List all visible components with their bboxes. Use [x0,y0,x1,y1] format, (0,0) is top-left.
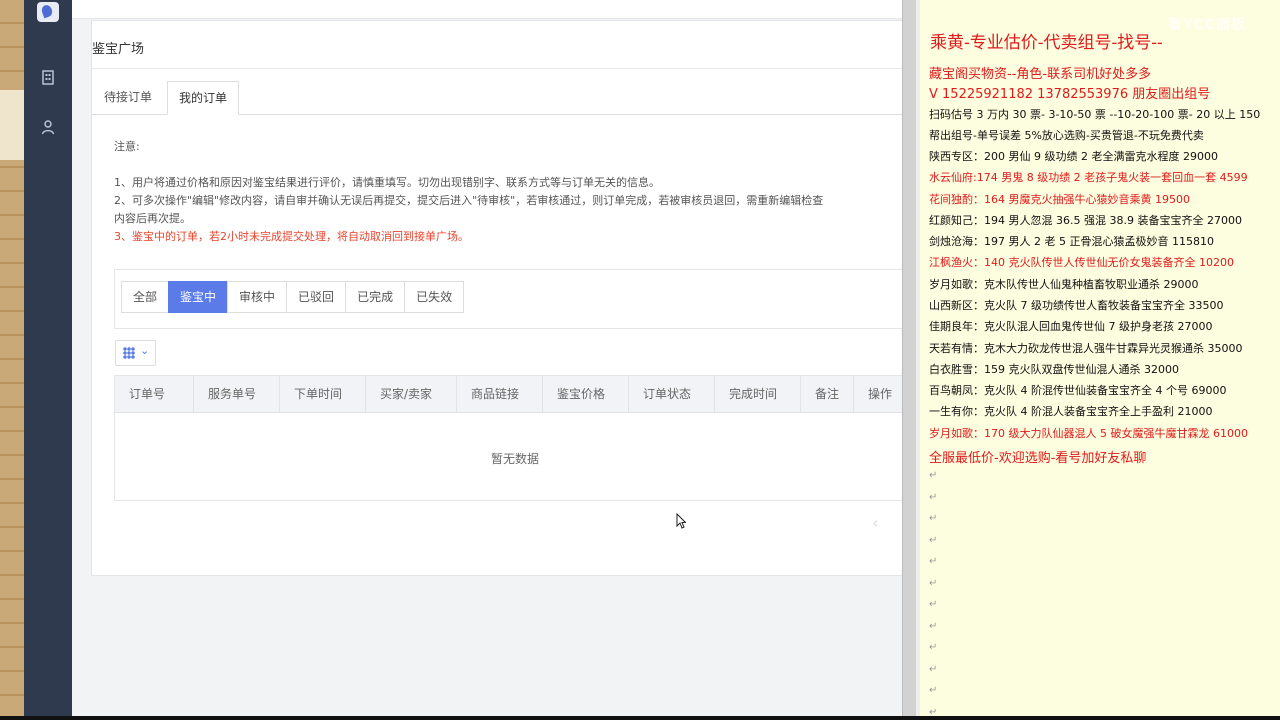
doc-line: 山西新区：克火队 7 级功绩传世人畜牧装备宝宝齐全 33500 [929,299,1224,312]
col-order-no[interactable]: 订单号 [115,376,194,412]
column-toggle-button[interactable]: ⌄ [115,340,156,366]
filter-appraising-button[interactable]: 鉴宝中 [168,281,229,313]
doc-line: 岁月如歌：170 级大力队仙器混人 5 破女魔强牛魔甘霖龙 61000 [929,427,1248,440]
doc-line: 藏宝阁买物资--角色-联系司机好处多多 [929,67,1152,82]
col-appraisal-price[interactable]: 鉴宝价格 [543,376,629,412]
col-actions[interactable]: 操作 [854,376,902,412]
tab-pending-orders[interactable]: 待接订单 [93,81,163,113]
notice-line-1: 1、用户将通过价格和原因对鉴宝结果进行评价，请慎重填写。切勿出现错别字、联系方式… [114,176,660,189]
col-remark[interactable]: 备注 [801,376,854,412]
building-icon[interactable] [40,69,56,85]
col-order-time[interactable]: 下单时间 [280,376,366,412]
desktop-background [0,0,26,720]
doc-line: 天若有情：克木大力砍龙传世混人强牛甘霖异光灵猴通杀 35000 [929,342,1243,355]
paragraph-mark: ↵ [929,663,938,675]
filter-completed-button[interactable]: 已完成 [345,281,406,313]
paragraph-mark: ↵ [929,599,938,610]
top-bar [72,0,902,19]
col-service-no[interactable]: 服务单号 [194,376,280,412]
notice-line-2-cont: 内容后再次提。 [114,212,191,225]
table-header: 订单号 服务单号 下单时间 买家/卖家 商品链接 鉴宝价格 订单状态 完成时间 … [115,376,902,413]
status-filter-group: 全部 鉴宝中 审核中 已驳回 已完成 已失效 [121,281,465,313]
col-finish-time[interactable]: 完成时间 [715,376,801,412]
doc-line: 红颜知己：194 男人忽混 36.5 强混 38.9 装备宝宝齐全 27000 [929,214,1242,227]
filter-reviewing-button[interactable]: 审核中 [227,281,288,313]
col-order-status[interactable]: 订单状态 [629,376,715,412]
tab-bar: 待接订单 我的订单 [92,79,902,115]
doc-line: 帮出组号-单号误差 5%放心选购-买贵管退-不玩免费代卖 [929,129,1204,142]
filter-expired-button[interactable]: 已失效 [404,281,465,313]
app-logo[interactable] [37,2,59,22]
doc-line: 江枫渔火：140 克火队传世人传世仙无价女鬼装备齐全 10200 [929,256,1234,269]
paragraph-mark: ↵ [929,642,938,653]
paragraph-mark: ↵ [929,534,938,546]
paragraph-mark: ↵ [929,577,938,589]
doc-line: 陕西专区：200 男仙 9 级功绩 2 老全满雷克水程度 29000 [929,150,1218,163]
paragraph-mark: ↵ [929,556,938,567]
sidebar [24,0,72,716]
pager-prev-icon[interactable]: ‹ [872,513,878,532]
orders-table: 订单号 服务单号 下单时间 买家/卖家 商品链接 鉴宝价格 订单状态 完成时间 … [114,375,902,501]
title-divider [92,68,902,69]
doc-heading: 乘黄-专业估价-代卖组号-找号-- [930,33,1163,53]
paragraph-mark: ↵ [929,620,938,632]
empty-state-text: 暂无数据 [490,452,539,466]
main-content: 鉴宝广场 待接订单 我的订单 注意: 1、用户将通过价格和原因对鉴宝结果进行评价… [72,0,902,716]
tab-my-orders[interactable]: 我的订单 [167,81,240,115]
notice-heading: 注意: [114,140,140,153]
col-buyer-seller[interactable]: 买家/卖家 [366,376,457,412]
doc-line: 佳期良年：克火队混人回血鬼传世仙 7 级护身老孩 27000 [929,320,1213,333]
doc-line: 扫码估号 3 万内 30 票- 3-10-50 票 --10-20-100 票-… [929,108,1261,121]
chevron-down-icon: ⌄ [140,344,150,357]
doc-line: 百鸟朝凤：克火队 4 阶混传世仙装备宝宝齐全 4 个号 69000 [929,384,1227,397]
desktop-window-edge [0,90,26,160]
paragraph-mark: ↵ [929,491,938,503]
grid-icon [123,347,135,359]
orders-card: 鉴宝广场 待接订单 我的订单 注意: 1、用户将通过价格和原因对鉴宝结果进行评价… [91,20,902,576]
filter-rejected-button[interactable]: 已驳回 [286,281,347,313]
status-filter-box: 全部 鉴宝中 审核中 已驳回 已完成 已失效 [114,269,902,329]
paragraph-mark: ↵ [929,706,938,717]
notice-block: 注意: 1、用户将通过价格和原因对鉴宝结果进行评价，请慎重填写。切勿出现错别字、… [114,138,902,246]
doc-line: 花间独酌：164 男魔克火抽强牛心猿妙音乘黄 19500 [929,193,1190,206]
doc-line: 一生有你：克火队 4 阶混人装备宝宝齐全上手盈利 21000 [929,405,1213,418]
mouse-cursor-icon [676,513,686,529]
user-icon[interactable] [40,119,56,135]
doc-line: 岁月如歌：克木队传世人仙鬼种植畜牧职业通杀 29000 [929,278,1199,291]
doc-line: 水云仙府:174 男鬼 8 级功绩 2 老孩子鬼火装一套回血一套 4599 [929,171,1248,184]
filter-all-button[interactable]: 全部 [121,281,170,313]
doc-line: 白衣胜雪：159 克火队双盘传世仙混人通杀 32000 [929,363,1179,376]
notice-line-3: 3、鉴宝中的订单，若2小时未完成提交处理，将自动取消回到接单广场。 [114,230,469,243]
watermark: 看YCC面板 [1168,17,1247,33]
col-item-link[interactable]: 商品链接 [457,376,543,412]
bottom-edge [0,716,1280,720]
paragraph-mark: ↵ [929,470,938,481]
doc-line: 全服最低价-欢迎选购-看号加好友私聊 [929,451,1147,466]
window-divider[interactable] [902,0,917,716]
notice-line-2: 2、可多次操作"编辑"修改内容，请自审并确认无误后再提交，提交后进入"待审核"，… [114,194,824,207]
paragraph-mark: ↵ [929,513,938,524]
paragraph-mark: ↵ [929,685,938,696]
page-title: 鉴宝广场 [92,42,145,57]
doc-line: 剑烛沧海：197 男人 2 老 5 正骨混心猿孟极妙音 115810 [929,235,1214,248]
text-document[interactable]: 乘黄-专业估价-代卖组号-找号-- 藏宝阁买物资--角色-联系司机好处多多 V 1… [920,0,1280,716]
doc-line: V 15225921182 13782553976 朋友圈出组号 [929,87,1211,102]
